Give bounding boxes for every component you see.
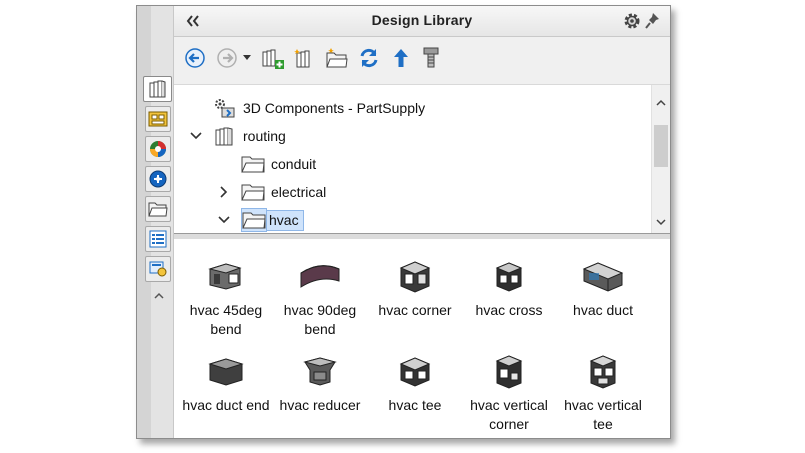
chevron-up-icon[interactable] (151, 288, 167, 302)
palette-icon (149, 170, 167, 188)
toolbox-button[interactable] (418, 45, 444, 71)
library-item[interactable]: hvac vertical tee (557, 352, 649, 434)
library-item-label: hvac tee (388, 397, 442, 413)
library-item[interactable]: hvac duct (557, 257, 649, 320)
library-item[interactable]: hvac tee (369, 352, 461, 415)
refresh-button[interactable] (356, 45, 382, 71)
tab-custom-properties[interactable] (145, 226, 171, 252)
scroll-down-icon[interactable] (654, 215, 668, 229)
library-item[interactable]: hvac 90deg bend (274, 257, 366, 339)
library-item[interactable]: hvac corner (369, 257, 461, 320)
bolt-icon (423, 47, 439, 68)
tree-expander-empty (189, 101, 203, 115)
tab-file-explorer[interactable] (145, 196, 171, 222)
tab-3d-content-central[interactable] (145, 136, 171, 162)
chevron-down-icon[interactable] (217, 213, 231, 227)
tree-item-3d-components[interactable]: 3D Components - PartSupply (189, 96, 425, 120)
panel-title: Design Library (371, 12, 473, 28)
scroll-up-icon[interactable] (654, 95, 668, 109)
pushpin-icon[interactable] (644, 11, 662, 31)
up-arrow-icon (394, 49, 408, 67)
hvac-45deg-bend-icon (204, 257, 248, 295)
strip-edge (137, 6, 151, 438)
library-item-label: hvac duct end (182, 397, 270, 413)
up-one-level-button[interactable] (388, 45, 414, 71)
tree-item-electrical[interactable]: electrical (217, 180, 326, 204)
properties-list-icon (149, 230, 167, 248)
appearances-icon (149, 261, 167, 277)
tree-item-label: 3D Components - PartSupply (243, 100, 426, 116)
library-books-icon (213, 125, 237, 147)
folder-open-icon (241, 208, 267, 232)
hvac-duct-end-icon (204, 352, 248, 390)
refresh-icon (360, 48, 378, 68)
tree-item-label: conduit (271, 156, 317, 172)
back-button[interactable] (182, 45, 208, 71)
design-library-panel: Design Library 3D Components - PartSuppl… (174, 6, 670, 438)
scroll-thumb[interactable] (654, 125, 668, 167)
tab-appearances[interactable] (145, 256, 171, 282)
task-pane-tab-strip (137, 6, 174, 438)
hvac-vertical-corner-icon (487, 352, 531, 390)
tree-item-conduit[interactable]: conduit (217, 152, 316, 176)
back-arrow-icon (185, 48, 205, 68)
hvac-duct-icon (581, 257, 625, 295)
hvac-vertical-tee-icon (581, 352, 625, 390)
add-file-location-button[interactable] (292, 45, 318, 71)
add-to-library-button[interactable] (260, 45, 286, 71)
chevron-down-icon[interactable] (189, 129, 203, 143)
hvac-cross-icon (487, 257, 531, 295)
hvac-reducer-icon (298, 352, 342, 390)
folder-icon (241, 181, 265, 203)
add-to-library-icon (262, 49, 284, 69)
hvac-corner-icon (393, 257, 437, 295)
new-folder-icon (326, 48, 348, 68)
library-item[interactable]: hvac duct end (180, 352, 272, 415)
library-item-label: hvac reducer (279, 397, 361, 413)
dropdown-arrow-icon (243, 55, 251, 60)
folder-icon (148, 202, 168, 217)
panel-title-bar: Design Library (174, 6, 670, 37)
design-library-window: Design Library 3D Components - PartSuppl… (136, 5, 671, 439)
forward-button[interactable] (214, 45, 240, 71)
library-item-label: hvac vertical tee (564, 397, 642, 432)
tree-item-label: hvac (267, 209, 304, 231)
add-file-location-icon (294, 49, 310, 68)
new-folder-button[interactable] (324, 45, 350, 71)
library-item-label: hvac duct (573, 302, 633, 318)
library-tree: 3D Components - PartSupply routing condu… (174, 84, 670, 233)
tree-expander-empty (217, 157, 231, 171)
library-toolbar (174, 39, 670, 79)
library-item-label: hvac 45deg bend (189, 302, 263, 337)
components-icon (213, 97, 237, 119)
tab-toolbox[interactable] (145, 106, 171, 132)
hvac-90deg-bend-icon (298, 257, 342, 295)
library-item[interactable]: hvac 45deg bend (180, 257, 272, 339)
library-item[interactable]: hvac cross (463, 257, 555, 320)
library-item-label: hvac cross (475, 302, 543, 318)
globe-icon (150, 141, 166, 157)
history-dropdown-button[interactable] (240, 45, 254, 71)
forward-arrow-icon (217, 48, 237, 68)
tree-item-label: electrical (271, 184, 327, 200)
tree-item-label: routing (243, 128, 286, 144)
tab-design-library[interactable] (143, 76, 172, 102)
library-books-icon (149, 80, 165, 98)
hvac-tee-icon (393, 352, 437, 390)
tree-scrollbar[interactable] (651, 85, 670, 233)
library-items-pane: hvac 45deg bend hvac 90deg bend hvac cor… (174, 239, 670, 438)
gear-icon[interactable] (622, 11, 642, 31)
library-item-label: hvac vertical corner (470, 397, 548, 432)
folder-icon (241, 153, 265, 175)
chevron-right-icon[interactable] (217, 185, 231, 199)
toolbox-icon (148, 111, 168, 127)
tree-item-hvac[interactable]: hvac (217, 208, 304, 232)
library-item-label: hvac 90deg bend (283, 302, 357, 337)
tree-item-routing[interactable]: routing (189, 124, 286, 148)
library-item-label: hvac corner (378, 302, 452, 318)
tab-view-palette[interactable] (145, 166, 171, 192)
library-item[interactable]: hvac reducer (274, 352, 366, 415)
library-item[interactable]: hvac vertical corner (463, 352, 555, 434)
